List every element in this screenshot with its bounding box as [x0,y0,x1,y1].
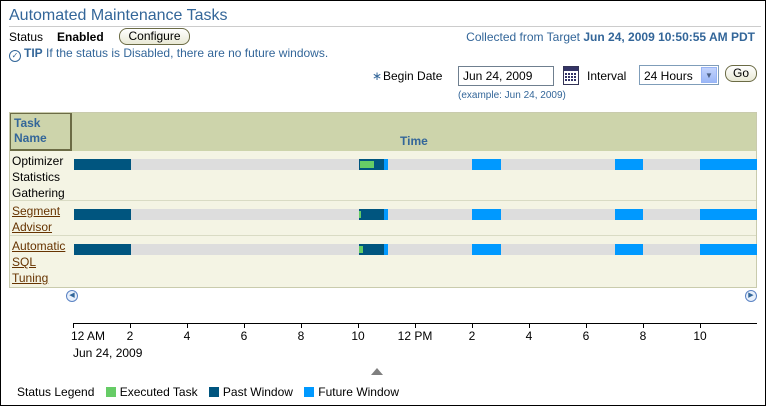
window-frame: Automated Maintenance Tasks Status Enabl… [0,0,766,406]
calendar-icon[interactable] [563,65,579,85]
executed-swatch [105,387,116,397]
past-swatch [208,387,219,397]
page-title: Automated Maintenance Tasks [9,7,228,24]
past-window-bar [358,209,385,220]
future-window-bar [700,244,757,255]
axis-tick-label: 2 [126,329,134,343]
collected-time: Jun 24, 2009 10:50:55 AM PDT [583,30,755,44]
row-divider [10,235,756,236]
past-window-bar [74,159,131,170]
configure-button[interactable]: Configure [119,28,190,45]
future-window-bar [614,159,644,170]
go-button[interactable]: Go [725,65,757,82]
row-divider [10,200,756,201]
axis-tick [643,323,644,328]
task-name-segment: Segment Advisor [12,203,70,235]
tip: ✓ TIP If the status is Disabled, there ar… [9,46,328,62]
future-window-bar [472,209,501,220]
collected-prefix: Collected from Target [466,30,581,44]
axis-tick [130,323,131,328]
axis-tick [358,323,359,328]
legend-label: Status Legend [17,385,95,399]
interval-value: 24 Hours [644,69,693,83]
future-window-bar [614,244,644,255]
past-window-bar [74,244,131,255]
future-window-bar [384,209,389,220]
axis-tick [586,323,587,328]
axis-tick-label: 4 [183,329,191,343]
task-name-header[interactable]: Task Name [10,113,72,151]
table-header: Task Name Time [10,113,756,151]
future-window-bar [384,244,389,255]
interval-select[interactable]: 24 Hours ▼ [639,65,719,85]
task-table: Task Name Time Optimizer Statistics Gath… [9,112,757,288]
scroll-left-icon[interactable]: ◀ [66,290,78,302]
axis-tick-label: 6 [582,329,590,343]
check-icon: ✓ [9,50,21,62]
future-window-bar [384,159,389,170]
title-divider [9,26,761,27]
required-marker: ∗ [372,69,383,83]
axis-date-label: Jun 24, 2009 [73,346,143,360]
task-name-optimizer: Optimizer Statistics Gathering [12,154,65,200]
legend-past: Past Window [222,385,293,399]
begin-date-input[interactable] [458,66,554,86]
scroll-right-icon[interactable]: ▶ [745,290,757,302]
segment-advisor-link[interactable]: Segment Advisor [12,204,60,234]
axis-tick-label: 4 [525,329,533,343]
tip-label: TIP [24,46,43,60]
axis-tick [187,323,188,328]
legend-executed: Executed Task [119,385,198,399]
axis-tick [244,323,245,328]
collapse-triangle-icon[interactable] [371,368,383,375]
axis-tick-label: 12 AM [71,329,106,343]
task-name-sql-tuning: Automatic SQL Tuning [12,238,70,286]
axis-tick-label: 2 [468,329,476,343]
status-value: Enabled [57,30,104,44]
executed-task-bar [360,161,375,168]
date-example: (example: Jun 24, 2009) [458,90,566,101]
begin-date-label: Begin Date [383,69,443,83]
future-window-bar [700,159,757,170]
chevron-down-icon[interactable]: ▼ [701,67,717,83]
future-window-bar [700,209,757,220]
interval-label: Interval [587,69,627,83]
axis-tick [529,323,530,328]
axis-tick-label: 10 [351,329,365,343]
axis-tick-label: 6 [240,329,248,343]
executed-task-bar [358,211,361,218]
axis-tick-label: 8 [639,329,647,343]
axis-tick-label: 12 PM [397,329,433,343]
legend-future: Future Window [318,385,399,399]
axis-tick [700,323,701,328]
status-label: Status [9,30,44,44]
future-swatch [304,387,315,397]
axis-tick-label: 8 [297,329,305,343]
tip-text: If the status is Disabled, there are no … [46,46,329,60]
gantt-track-optimizer [74,159,757,170]
collected-from-target: Collected from Target Jun 24, 2009 10:50… [466,30,755,44]
past-window-bar [74,209,131,220]
time-header: Time [400,134,428,148]
executed-task-bar [358,246,363,253]
automatic-sql-tuning-link[interactable]: Automatic SQL Tuning [12,239,65,285]
status-legend: Status Legend Executed Task Past Window … [17,385,399,399]
axis-tick [73,323,74,328]
gantt-track-sql-tuning [74,244,757,255]
future-window-bar [614,209,644,220]
axis-tick [472,323,473,328]
future-window-bar [472,244,501,255]
gantt-track-segment [74,209,757,220]
axis-tick [301,323,302,328]
axis-tick-label: 10 [693,329,707,343]
axis-tick [415,323,416,328]
future-window-bar [472,159,501,170]
